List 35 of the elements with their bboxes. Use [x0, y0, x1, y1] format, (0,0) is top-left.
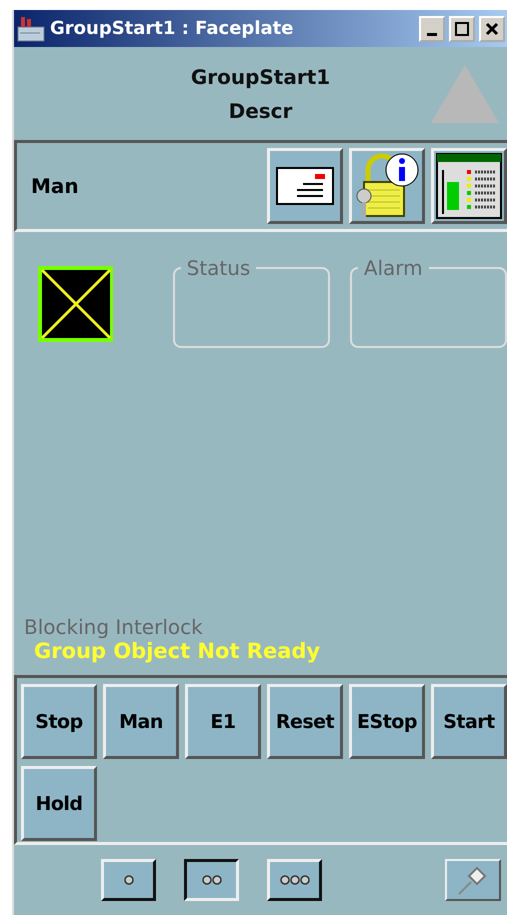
minimize-icon	[427, 33, 437, 36]
command-button[interactable]: Reset	[267, 684, 343, 759]
window-title: GroupStart1 : Faceplate	[50, 18, 294, 39]
message-button[interactable]	[267, 148, 343, 224]
dots-icon	[202, 875, 222, 885]
command-button[interactable]: Man	[103, 684, 179, 759]
maximize-icon	[455, 22, 469, 36]
group-label: Status	[186, 256, 252, 280]
view-size-button[interactable]	[184, 859, 239, 901]
object-indicator-icon	[38, 266, 113, 342]
envelope-icon	[275, 166, 335, 206]
padlock-info-icon	[354, 152, 420, 220]
command-button[interactable]: EStop	[349, 684, 425, 759]
object-name: GroupStart1	[190, 64, 330, 88]
panel-button[interactable]	[431, 148, 507, 224]
triangle-icon	[431, 65, 499, 123]
dots-icon	[280, 875, 310, 885]
lock-info-button[interactable]	[349, 148, 425, 224]
pin-button[interactable]	[445, 859, 501, 901]
mode-label: Man	[31, 174, 80, 198]
object-description: Descr	[228, 98, 292, 122]
dots-icon	[124, 875, 134, 885]
interlock-message: Group Object Not Ready	[34, 639, 322, 663]
status-panel-icon	[435, 152, 503, 220]
group-label: Alarm	[362, 256, 424, 280]
close-button[interactable]	[479, 16, 505, 42]
factory-icon	[16, 14, 46, 42]
maximize-button[interactable]	[449, 16, 475, 42]
command-button[interactable]: Stop	[21, 684, 97, 759]
command-button[interactable]: E1	[185, 684, 261, 759]
minimize-button[interactable]	[419, 16, 445, 42]
interlock-label: Blocking Interlock	[24, 615, 204, 639]
command-button[interactable]: Hold	[21, 766, 97, 841]
close-icon	[485, 22, 499, 36]
command-button[interactable]: Start	[431, 684, 507, 759]
